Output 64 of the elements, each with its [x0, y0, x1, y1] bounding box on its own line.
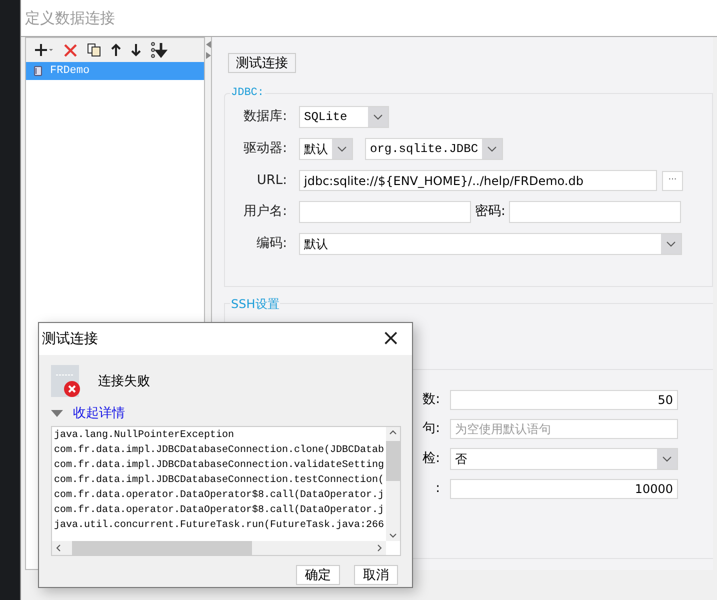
error-icon [51, 365, 81, 398]
url-field[interactable]: jdbc:sqlite://${ENV_HOME}/../help/FRDemo.db [299, 170, 657, 191]
dialog-button[interactable]: 取消 [354, 564, 398, 584]
field-label: 检: [422, 450, 440, 468]
log-line: com.fr.data.operator.DataOperator$8.call(DataOperator.j [54, 488, 386, 502]
driver-mode-select[interactable]: 默认 [299, 138, 353, 160]
dialog-button[interactable]: 确定 [296, 564, 340, 584]
field-label: : [434, 480, 440, 498]
log-line: java.lang.NullPointerException [54, 428, 236, 442]
field-label: 驱动器: [242, 140, 287, 158]
password-field[interactable] [509, 201, 682, 223]
select-value: 否 [454, 451, 468, 468]
chevron-down-icon [337, 146, 347, 152]
close-button[interactable]: × [382, 328, 400, 350]
collapse-details-link[interactable]: 收起详情 [73, 404, 125, 424]
delete-icon[interactable] [64, 44, 77, 56]
window-title: 定义数据连接 [25, 8, 115, 29]
field-label: 句: [422, 420, 440, 438]
select-value: 默认 [303, 236, 329, 253]
copy-icon[interactable] [87, 43, 101, 57]
vertical-scrollbar[interactable] [386, 426, 400, 540]
scroll-right-icon[interactable] [377, 544, 382, 552]
encoding-select[interactable]: 默认 [299, 233, 682, 255]
number-field[interactable]: 10000 [450, 479, 678, 499]
triangle-icon[interactable] [51, 410, 63, 418]
chevron-down-icon [662, 456, 672, 462]
field-label: 密码: [475, 203, 506, 222]
select-value: SQLite [303, 109, 348, 126]
log-line: java.util.concurrent.FutureTask.run(FutureTask.java:266 [54, 518, 386, 532]
field-label: 数: [422, 391, 440, 410]
log-line: com.fr.data.impl.JDBCDatabaseConnection.testConnection( [54, 474, 386, 488]
field-label: 数据库: [242, 108, 287, 126]
arrow-up-icon[interactable] [111, 43, 121, 57]
username-field[interactable] [299, 201, 471, 223]
add-icon[interactable] [34, 43, 54, 57]
log-line: com.fr.data.operator.DataOperator$8.call(DataOperator.j [54, 504, 386, 518]
chevron-down-icon [666, 241, 676, 247]
horizontal-scrollbar[interactable] [52, 540, 386, 554]
arrow-down-icon[interactable] [131, 43, 141, 57]
field-label: URL: [256, 172, 287, 190]
scroll-down-icon[interactable] [389, 532, 397, 538]
dialog-title: 测试连接 [42, 330, 98, 348]
error-message: 连接失败 [98, 372, 150, 391]
number-field[interactable]: 50 [450, 390, 678, 410]
browse-button[interactable]: ··· [662, 170, 683, 190]
text-field[interactable]: 为空使用默认语句 [450, 419, 678, 439]
database-select[interactable]: SQLite [299, 106, 389, 128]
field-label: 用户名: [242, 203, 287, 222]
sort-down-icon[interactable] [151, 42, 168, 58]
chevron-down-icon [373, 114, 383, 120]
chevron-down-icon [487, 146, 498, 152]
option-select[interactable]: 否 [450, 448, 678, 470]
scrollbar-thumb[interactable] [72, 540, 252, 554]
select-value: org.sqlite.JDBC [369, 141, 480, 158]
log-line: com.fr.data.impl.JDBCDatabaseConnection.validateSetting [54, 458, 386, 472]
select-value: 默认 [303, 141, 329, 158]
test-connection-button[interactable]: 测试连接 [228, 53, 296, 73]
scroll-left-icon[interactable] [56, 544, 61, 552]
scroll-up-icon[interactable] [389, 430, 397, 434]
database-icon [34, 66, 42, 76]
field-label: 编码: [256, 235, 287, 254]
driver-class-select[interactable]: org.sqlite.JDBC [365, 138, 503, 160]
log-line: com.fr.data.impl.JDBCDatabaseConnection.clone(JDBCDatab [54, 444, 386, 458]
scrollbar-thumb[interactable] [386, 440, 400, 480]
